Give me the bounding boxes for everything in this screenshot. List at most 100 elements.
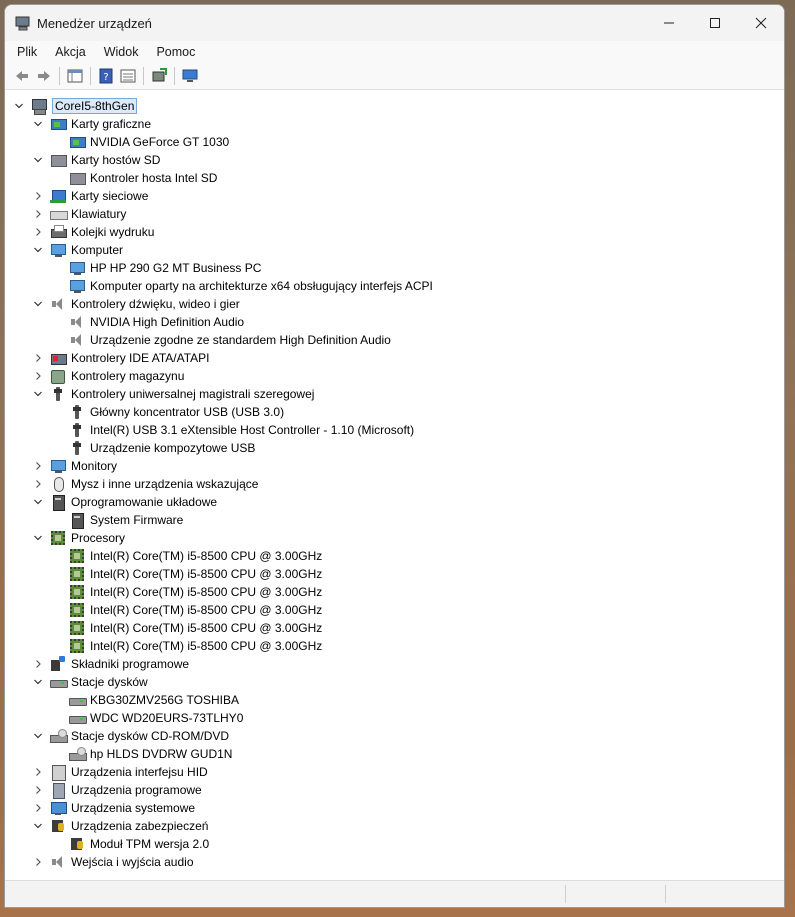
disk-drive-icon	[69, 692, 87, 708]
close-button[interactable]	[738, 5, 784, 41]
chevron-down-icon[interactable]	[32, 388, 44, 400]
device-item[interactable]: Intel(R) Core(TM) i5-8500 CPU @ 3.00GHz	[51, 547, 322, 565]
status-divider	[665, 885, 666, 903]
back-button[interactable]	[13, 67, 31, 85]
device-item[interactable]: Intel(R) Core(TM) i5-8500 CPU @ 3.00GHz	[51, 565, 322, 583]
device-item[interactable]: Intel(R) USB 3.1 eXtensible Host Control…	[51, 421, 414, 439]
chevron-down-icon[interactable]	[32, 118, 44, 130]
category-item[interactable]: Oprogramowanie układowe	[32, 493, 217, 511]
category-item[interactable]: Karty graficzne	[32, 115, 151, 133]
device-item[interactable]: Urządzenie kompozytowe USB	[51, 439, 255, 457]
ide-controller-icon	[50, 350, 67, 366]
properties-list-icon	[67, 69, 83, 83]
tree-item-label: NVIDIA GeForce GT 1030	[90, 135, 230, 149]
device-tree[interactable]: CoreI5-8thGen Karty graficzne NVIDIA GeFor…	[5, 91, 784, 881]
chevron-right-icon[interactable]	[32, 226, 44, 238]
device-item[interactable]: NVIDIA GeForce GT 1030	[51, 133, 229, 151]
chevron-down-icon[interactable]	[32, 154, 44, 166]
device-item[interactable]: WDC WD20EURS-73TLHY0	[51, 709, 243, 727]
chevron-down-icon[interactable]	[32, 820, 44, 832]
category-item[interactable]: Klawiatury	[32, 205, 126, 223]
computer-icon	[50, 242, 66, 258]
properties-button[interactable]	[66, 67, 84, 85]
maximize-button[interactable]	[692, 5, 738, 41]
chevron-right-icon[interactable]	[32, 208, 44, 220]
chevron-right-icon[interactable]	[32, 370, 44, 382]
category-item[interactable]: Kontrolery magazynu	[32, 367, 184, 385]
device-item[interactable]: Komputer oparty na architekturze x64 obs…	[51, 277, 433, 295]
toolbar-separator	[143, 67, 144, 85]
menu-help[interactable]: Pomoc	[150, 45, 201, 59]
chevron-down-icon[interactable]	[32, 298, 44, 310]
audio-io-icon	[50, 854, 66, 870]
tree-item-label: Klawiatury	[71, 207, 127, 221]
scan-hardware-icon	[182, 69, 198, 82]
update-driver-button[interactable]	[150, 67, 168, 85]
chevron-down-icon[interactable]	[32, 532, 44, 544]
title-bar[interactable]: Menedżer urządzeń	[5, 5, 784, 41]
menu-view[interactable]: Widok	[98, 45, 145, 59]
device-item[interactable]: Kontroler hosta Intel SD	[51, 169, 217, 187]
view-list-button[interactable]	[119, 67, 137, 85]
device-item[interactable]: HP HP 290 G2 MT Business PC	[51, 259, 261, 277]
category-item[interactable]: Urządzenia zabezpieczeń	[32, 817, 208, 835]
device-item[interactable]: KBG30ZMV256G TOSHIBA	[51, 691, 239, 709]
scan-hardware-button[interactable]	[181, 67, 199, 85]
chevron-right-icon[interactable]	[32, 190, 44, 202]
update-driver-icon	[152, 68, 167, 82]
category-item[interactable]: Stacje dysków	[32, 673, 148, 691]
category-item[interactable]: Monitory	[32, 457, 117, 475]
chevron-down-icon[interactable]	[13, 100, 25, 112]
device-item[interactable]: Urządzenie zgodne ze standardem High Def…	[51, 331, 391, 349]
chevron-down-icon[interactable]	[32, 244, 44, 256]
category-item[interactable]: Kontrolery IDE ATA/ATAPI	[32, 349, 210, 367]
device-item[interactable]: Intel(R) Core(TM) i5-8500 CPU @ 3.00GHz	[51, 601, 322, 619]
category-item[interactable]: Kontrolery uniwersalnej magistrali szere…	[32, 385, 314, 403]
tree-root[interactable]: CoreI5-8thGen	[13, 97, 138, 115]
tree-item-label: Kontrolery magazynu	[71, 369, 185, 383]
device-item[interactable]: Intel(R) Core(TM) i5-8500 CPU @ 3.00GHz	[51, 583, 322, 601]
category-item[interactable]: Urządzenia interfejsu HID	[32, 763, 208, 781]
device-item[interactable]: Intel(R) Core(TM) i5-8500 CPU @ 3.00GHz	[51, 637, 322, 655]
minimize-button[interactable]	[646, 5, 692, 41]
display-adapter-icon	[69, 134, 86, 150]
chevron-right-icon[interactable]	[32, 766, 44, 778]
tree-item-label: Oprogramowanie układowe	[71, 495, 218, 509]
category-item[interactable]: Składniki programowe	[32, 655, 189, 673]
device-item[interactable]: System Firmware	[51, 511, 183, 529]
chevron-right-icon[interactable]	[32, 478, 44, 490]
chevron-right-icon[interactable]	[32, 784, 44, 796]
category-item[interactable]: Kontrolery dźwięku, wideo i gier	[32, 295, 240, 313]
chevron-right-icon[interactable]	[32, 352, 44, 364]
sd-host-icon	[50, 152, 67, 168]
device-item[interactable]: Moduł TPM wersja 2.0	[51, 835, 209, 853]
tree-item-label: NVIDIA High Definition Audio	[90, 315, 245, 329]
chevron-right-icon[interactable]	[32, 856, 44, 868]
category-item[interactable]: Karty sieciowe	[32, 187, 148, 205]
chevron-down-icon[interactable]	[32, 676, 44, 688]
category-item[interactable]: Komputer	[32, 241, 123, 259]
device-item[interactable]: hp HLDS DVDRW GUD1N	[51, 745, 232, 763]
category-item[interactable]: Wejścia i wyjścia audio	[32, 853, 194, 871]
chevron-right-icon[interactable]	[32, 802, 44, 814]
chevron-down-icon[interactable]	[32, 730, 44, 742]
category-item[interactable]: Stacje dysków CD-ROM/DVD	[32, 727, 229, 745]
category-item[interactable]: Kolejki wydruku	[32, 223, 154, 241]
chevron-down-icon[interactable]	[32, 496, 44, 508]
menu-file[interactable]: Plik	[11, 45, 43, 59]
category-item[interactable]: Urządzenia programowe	[32, 781, 202, 799]
device-item[interactable]: Główny koncentrator USB (USB 3.0)	[51, 403, 284, 421]
mouse-icon	[50, 476, 66, 492]
menu-action[interactable]: Akcja	[49, 45, 92, 59]
device-item[interactable]: Intel(R) Core(TM) i5-8500 CPU @ 3.00GHz	[51, 619, 322, 637]
chevron-right-icon[interactable]	[32, 460, 44, 472]
device-item[interactable]: NVIDIA High Definition Audio	[51, 313, 244, 331]
chevron-right-icon[interactable]	[32, 658, 44, 670]
category-item[interactable]: Procesory	[32, 529, 125, 547]
security-device-icon	[50, 818, 66, 834]
category-item[interactable]: Urządzenia systemowe	[32, 799, 195, 817]
category-item[interactable]: Karty hostów SD	[32, 151, 160, 169]
forward-button[interactable]	[35, 67, 53, 85]
category-item[interactable]: Mysz i inne urządzenia wskazujące	[32, 475, 258, 493]
help-button[interactable]: ?	[97, 67, 115, 85]
